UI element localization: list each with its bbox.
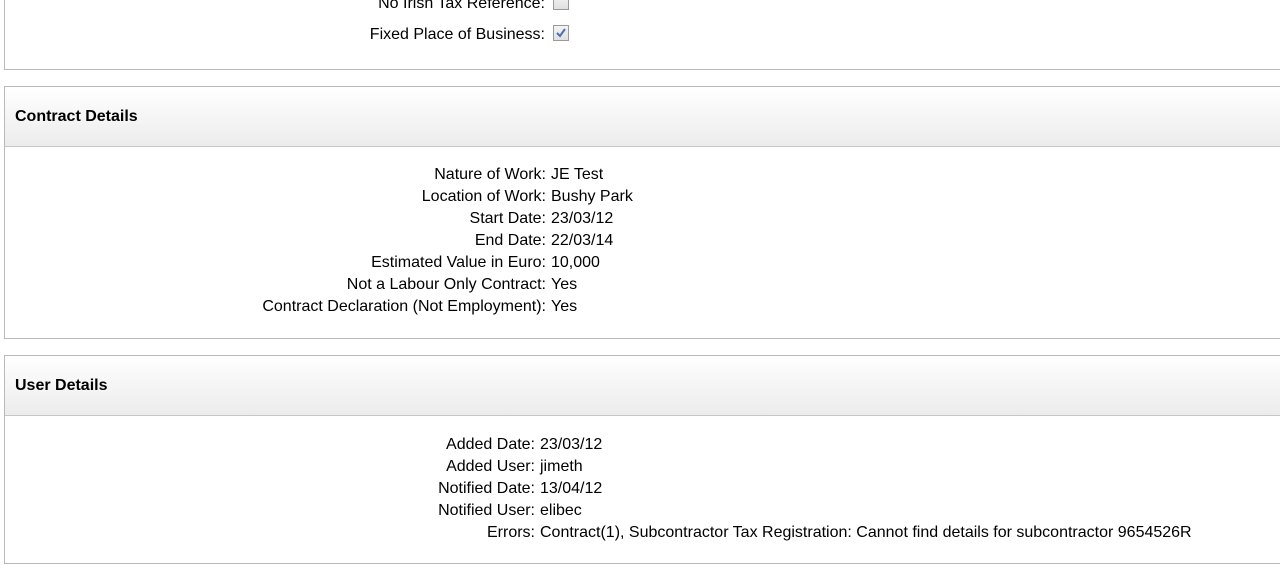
detail-value: jimeth xyxy=(540,458,583,475)
panel-title: Contract Details xyxy=(5,87,1280,147)
detail-row-errors: Errors: Contract(1), Subcontractor Tax Re… xyxy=(5,522,1192,544)
detail-label: Errors: xyxy=(487,524,535,541)
subcontractor-details-panel: No Irish Tax Reference: Fixed Place of B… xyxy=(4,0,1280,70)
detail-label: Nature of Work: xyxy=(434,166,546,183)
detail-row: Nature of Work: JE Test xyxy=(5,164,603,186)
panel-title: User Details xyxy=(5,356,1280,416)
detail-row: Not a Labour Only Contract: Yes xyxy=(5,274,577,296)
detail-row: Notified Date: 13/04/12 xyxy=(5,478,602,500)
errors-value: Contract(1), Subcontractor Tax Registrat… xyxy=(540,524,1192,541)
detail-row: Contract Declaration (Not Employment): Ye… xyxy=(5,296,577,318)
detail-value: Yes xyxy=(551,298,578,315)
detail-row: Notified User: elibec xyxy=(5,500,582,522)
detail-label: Location of Work: xyxy=(421,188,546,205)
detail-row: Start Date: 23/03/12 xyxy=(5,208,614,230)
user-details-panel: User Details Added Date: 23/03/12 Added U… xyxy=(4,355,1280,564)
detail-label: Not a Labour Only Contract: xyxy=(346,276,546,293)
detail-row: Added Date: 23/03/12 xyxy=(5,434,602,456)
detail-label: Notified Date: xyxy=(438,480,535,497)
detail-label: Added User: xyxy=(446,458,535,475)
detail-label: End Date: xyxy=(474,232,546,249)
detail-label: Notified User: xyxy=(438,502,535,519)
detail-row: Estimated Value in Euro: 10,000 xyxy=(5,252,600,274)
detail-row-no-irish-tax-reference: No Irish Tax Reference: xyxy=(5,0,569,15)
detail-value: 23/03/12 xyxy=(540,436,603,453)
no-irish-tax-reference-checkbox[interactable] xyxy=(553,0,569,10)
detail-value: 10,000 xyxy=(551,254,600,271)
check-icon xyxy=(556,28,566,38)
detail-row-fixed-place-of-business: Fixed Place of Business: xyxy=(5,24,569,46)
detail-row: End Date: 22/03/14 xyxy=(5,230,613,252)
detail-value: Bushy Park xyxy=(551,188,633,205)
detail-label: Contract Declaration (Not Employment): xyxy=(262,298,546,315)
detail-value: 13/04/12 xyxy=(540,480,603,497)
detail-label: Start Date: xyxy=(469,210,546,227)
detail-label: Added Date: xyxy=(446,436,535,453)
fixed-place-of-business-checkbox[interactable] xyxy=(553,24,569,41)
detail-value: JE Test xyxy=(551,166,604,183)
detail-value: 22/03/14 xyxy=(551,232,614,249)
detail-value: 23/03/12 xyxy=(551,210,614,227)
contract-details-panel: Contract Details Nature of Work: JE Test … xyxy=(4,86,1280,339)
detail-label: Estimated Value in Euro: xyxy=(371,254,546,271)
detail-row: Location of Work: Bushy Park xyxy=(5,186,633,208)
detail-row: Added User: jimeth xyxy=(5,456,583,478)
detail-label: No Irish Tax Reference: xyxy=(378,0,545,12)
detail-label: Fixed Place of Business: xyxy=(369,26,545,43)
detail-value: Yes xyxy=(551,276,578,293)
detail-value: elibec xyxy=(540,502,582,519)
